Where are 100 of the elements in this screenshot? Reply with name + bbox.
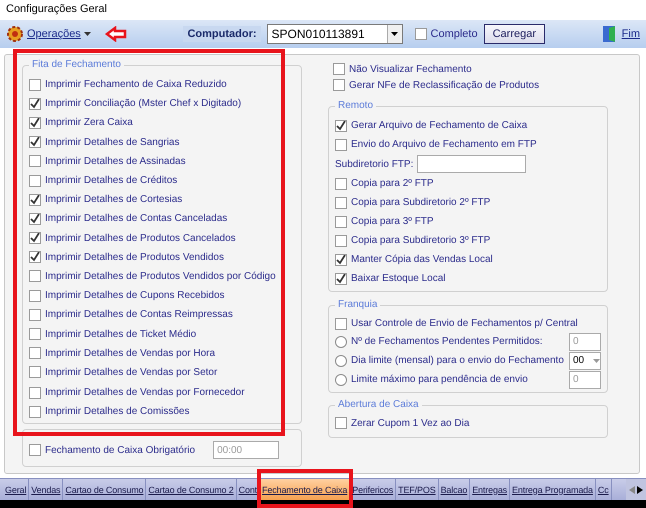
checkbox[interactable] [333, 79, 345, 91]
subdirectory-field[interactable] [417, 155, 526, 173]
option-label: Imprimir Detalhes de Contas Reimpressas [45, 309, 233, 320]
checkbox[interactable] [29, 78, 41, 91]
tab[interactable]: Entregas [470, 479, 510, 500]
tab[interactable]: Geral [3, 479, 30, 500]
checkbox[interactable] [29, 386, 41, 398]
checkbox[interactable] [335, 234, 347, 246]
checkbox[interactable] [335, 417, 347, 429]
checkbox[interactable] [29, 174, 41, 187]
number-field[interactable]: 0 [569, 370, 601, 388]
checkbox[interactable] [29, 251, 41, 264]
option-label: Envio do Arquivo de Fechamento em FTP [351, 139, 537, 150]
door-icon [602, 25, 618, 43]
tab[interactable]: TEF/POS [396, 479, 439, 500]
option-label: Copia para Subdiretorio 2º FTP [351, 197, 490, 208]
checkbox[interactable] [335, 120, 347, 132]
tab[interactable]: Cartao de Consumo 2 [146, 479, 237, 500]
checkbox[interactable] [29, 328, 41, 340]
load-button[interactable]: Carregar [484, 24, 545, 44]
checkbox[interactable] [29, 155, 41, 168]
gear-icon [6, 25, 24, 43]
computer-dropdown[interactable]: SPON010113891 [266, 24, 403, 44]
option-label: Nº de Fechamentos Pendentes Permitidos: [351, 336, 543, 347]
option-label: Imprimir Detalhes de Produtos Vendidos por Código [45, 270, 276, 282]
radio-button[interactable] [335, 374, 347, 386]
window-title: Configurações Geral [0, 0, 646, 20]
option-label: Gerar Arquivo de Fechamento de Caixa [351, 120, 528, 131]
tab[interactable]: Perifericos [350, 479, 396, 500]
checkbox[interactable] [29, 270, 41, 282]
checkbox[interactable] [335, 254, 347, 266]
tab[interactable]: Cartao de Consumo [63, 479, 146, 500]
option-label: Imprimir Detalhes de Vendas por Hora [45, 348, 216, 359]
group-title: Abertura de Caixa [335, 399, 422, 410]
option-label: Imprimir Conciliação (Mster Chef x Digitado) [45, 98, 242, 110]
checkbox[interactable] [29, 308, 41, 321]
checkbox[interactable] [335, 196, 347, 208]
checkbox[interactable] [29, 212, 41, 225]
option-label: Imprimir Detalhes de Vendas por Fornecedor [45, 387, 245, 398]
caret-icon [84, 32, 91, 36]
tab[interactable]: Cc [596, 479, 612, 500]
checkbox[interactable] [29, 406, 41, 418]
option-label: Imprimir Detalhes de Sangrias [45, 136, 180, 148]
caret-icon [391, 32, 398, 36]
group-title: Fita de Fechamento [29, 59, 124, 70]
checkbox[interactable] [29, 290, 41, 302]
option-label: Zerar Cupom 1 Vez ao Dia [351, 418, 470, 428]
option-label: Imprimir Zera Caixa [45, 117, 133, 128]
checkbox[interactable] [29, 347, 41, 360]
checkbox[interactable] [29, 194, 41, 206]
complete-label: Completo [430, 28, 478, 40]
option-label: Imprimir Detalhes de Ticket Médio [45, 328, 196, 340]
tab[interactable]: Vendas [29, 479, 64, 500]
number-field[interactable]: 0 [569, 332, 601, 350]
checkbox[interactable] [29, 232, 41, 244]
checkbox[interactable] [335, 318, 347, 330]
option-label: Imprimir Detalhes de Vendas por Setor [45, 366, 218, 378]
checkbox[interactable] [335, 178, 347, 190]
checkbox[interactable] [333, 63, 345, 75]
option-label: Fechamento de Caixa Obrigatório [45, 444, 196, 456]
group-title: Franquia [335, 299, 380, 310]
option-label: Gerar NFe de Reclassificação de Produtos [349, 80, 540, 90]
tab[interactable]: Cont [236, 479, 260, 500]
checkbox[interactable] [335, 138, 347, 150]
checkbox[interactable] [29, 366, 41, 378]
checkbox[interactable] [29, 136, 41, 148]
checkbox[interactable] [29, 98, 41, 110]
option-label: Imprimir Fechamento de Caixa Reduzido [45, 79, 227, 90]
checkbox[interactable] [29, 116, 41, 129]
option-label: Imprimir Detalhes de Comissões [45, 406, 190, 417]
option-label: Imprimir Detalhes de Produtos Vendidos [45, 252, 224, 263]
field-label: Subdiretorio FTP: [335, 158, 414, 170]
day-dropdown[interactable]: 00 [569, 352, 601, 370]
scroll-right-icon[interactable] [637, 486, 643, 494]
checkbox[interactable] [29, 444, 41, 456]
option-label: Imprimir Detalhes de Créditos [45, 175, 178, 186]
option-label: Imprimir Detalhes de Produtos Cancelados [45, 232, 236, 244]
checkbox[interactable] [414, 28, 427, 40]
radio-button[interactable] [335, 336, 347, 348]
operations-menu[interactable]: Operações [6, 25, 91, 43]
option-label: Baixar Estoque Local [351, 273, 446, 284]
option-label: Imprimir Detalhes de Cupons Recebidos [45, 290, 225, 302]
tab[interactable]: Balcao [438, 479, 470, 500]
checkbox[interactable] [335, 272, 347, 284]
tab[interactable]: Entrega Programada [510, 479, 596, 500]
caret-icon [593, 358, 600, 362]
option-label: Dia limite (mensal) para o envio do Fechamento [351, 355, 564, 366]
checkbox[interactable] [335, 216, 347, 228]
option-label: Copia para 2º FTP [351, 178, 434, 189]
option-label: Imprimir Detalhes de Cortesias [45, 194, 182, 206]
option-label: Copia para 3º FTP [351, 216, 434, 227]
option-label: Imprimir Detalhes de Assinadas [45, 156, 186, 167]
exit-button[interactable]: Fim [602, 25, 640, 43]
tab[interactable]: Fechamento de Caixa [260, 479, 350, 500]
group-title: Remoto [335, 100, 376, 111]
option-label: Manter Cópia das Vendas Local [351, 254, 493, 265]
radio-button[interactable] [335, 354, 347, 366]
option-label: Imprimir Detalhes de Contas Canceladas [45, 213, 228, 224]
option-label: Não Visualizar Fechamento [349, 64, 472, 74]
option-label: Copia para Subdiretorio 3º FTP [351, 235, 490, 246]
